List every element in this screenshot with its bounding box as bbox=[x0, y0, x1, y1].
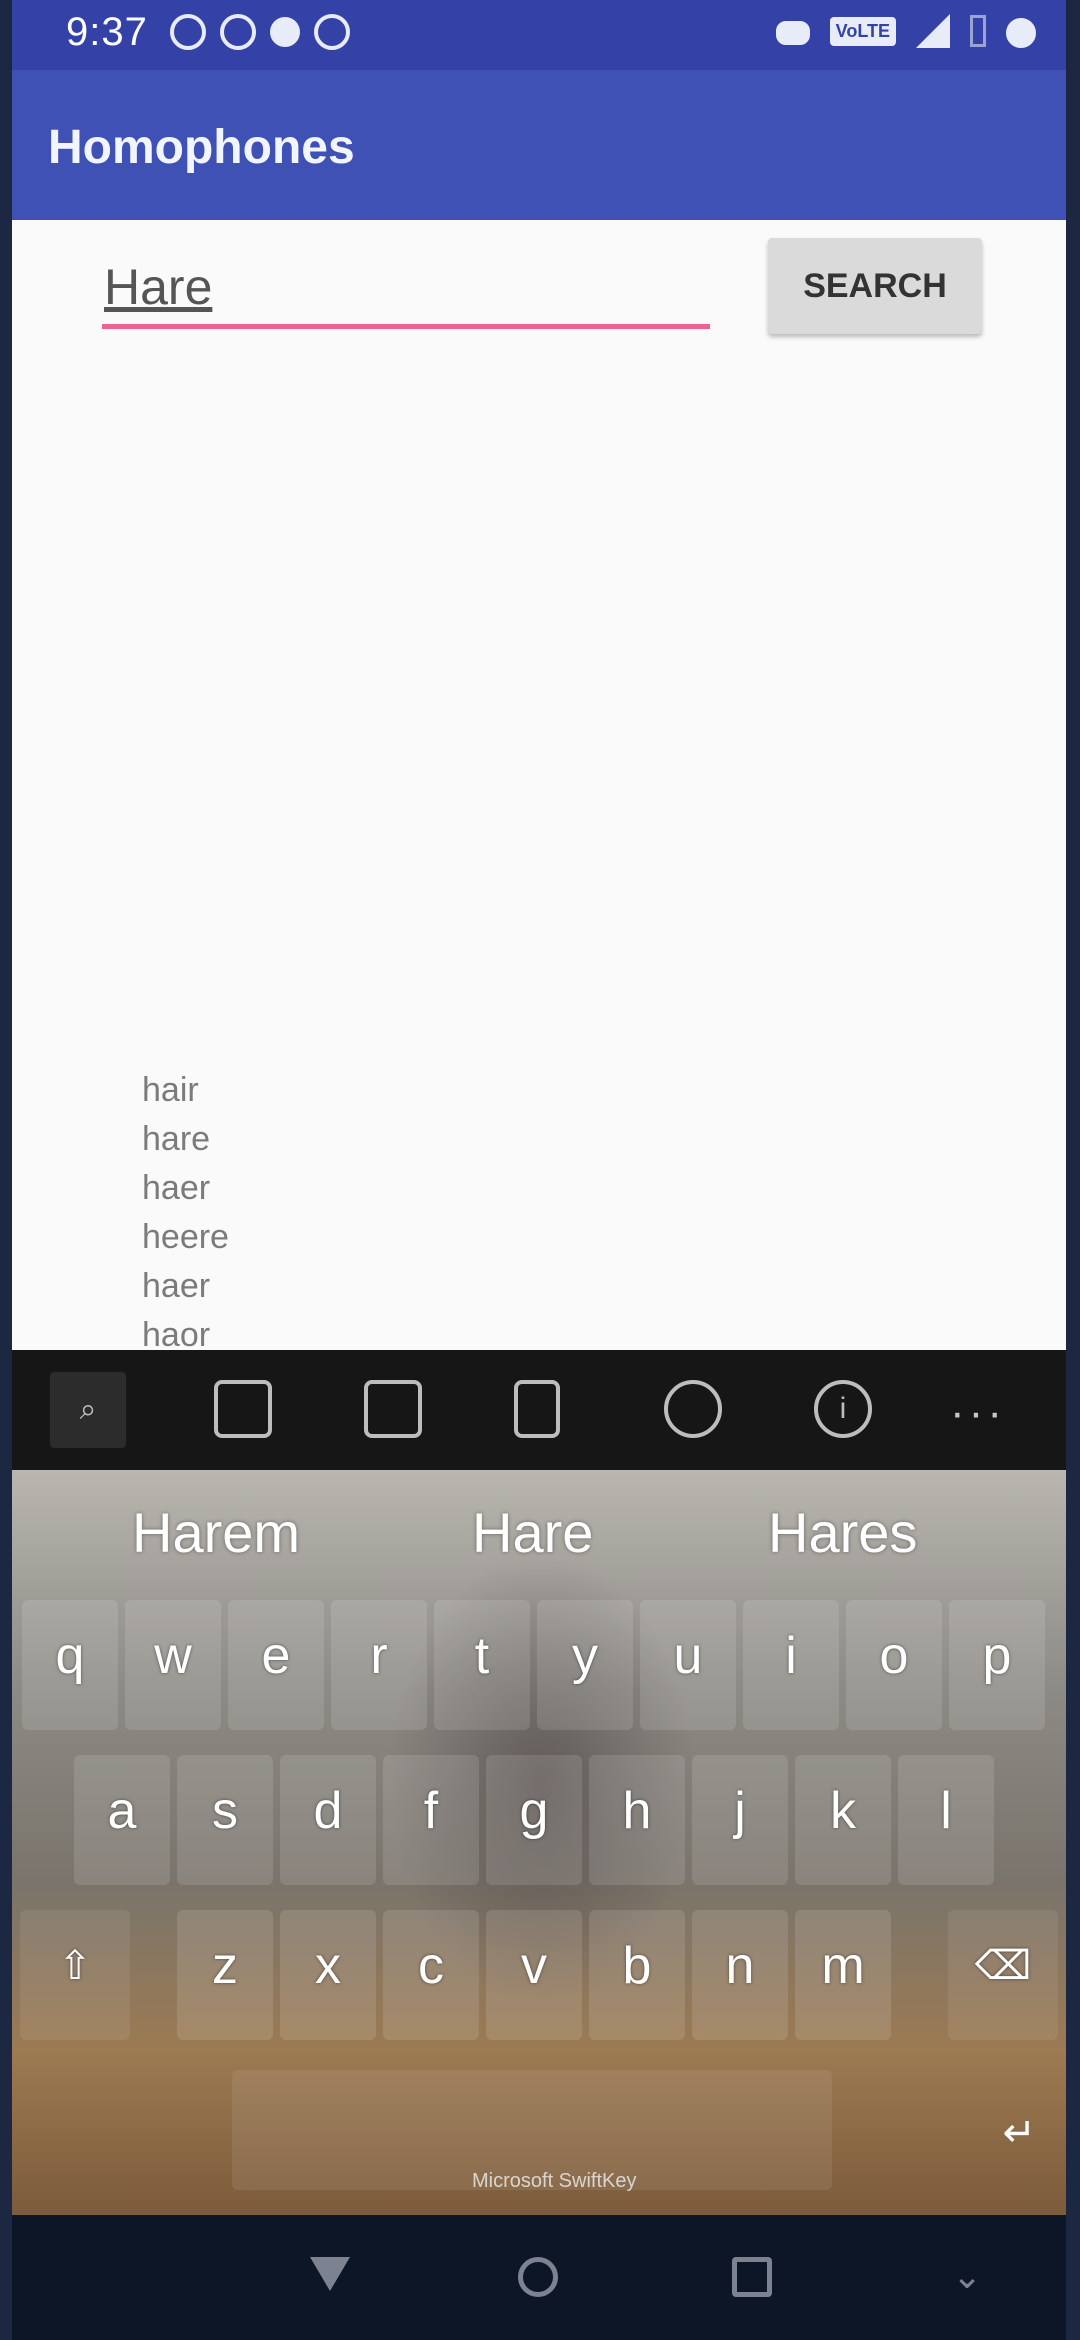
key-m[interactable]: m bbox=[795, 1910, 891, 2040]
key-a[interactable]: a bbox=[74, 1755, 170, 1885]
key-l[interactable]: l bbox=[898, 1755, 994, 1885]
shift-key[interactable]: ⇧ bbox=[20, 1910, 130, 2040]
key-i[interactable]: i bbox=[743, 1600, 839, 1730]
data-saver-icon bbox=[1006, 17, 1036, 48]
suggestion-center[interactable]: Hare bbox=[472, 1500, 593, 1565]
theme-icon[interactable] bbox=[664, 1380, 722, 1438]
key-f[interactable]: f bbox=[383, 1755, 479, 1885]
status-time: 9:37 bbox=[66, 10, 148, 54]
key-b[interactable]: b bbox=[589, 1910, 685, 2040]
gif-icon[interactable] bbox=[214, 1380, 272, 1438]
result-item: haer bbox=[142, 1169, 211, 1207]
system-icons: VoLTE bbox=[775, 14, 1036, 48]
key-r[interactable]: r bbox=[331, 1600, 427, 1730]
results-list: hair hare haer heere haer haor bbox=[142, 1066, 229, 1360]
whatsapp-icon bbox=[170, 14, 206, 50]
result-item: hare bbox=[142, 1120, 211, 1158]
back-icon[interactable] bbox=[310, 2257, 350, 2291]
search-icon[interactable]: ⌕ bbox=[50, 1372, 126, 1448]
key-t[interactable]: t bbox=[434, 1600, 530, 1730]
key-v[interactable]: v bbox=[486, 1910, 582, 2040]
enter-key[interactable]: ↵ bbox=[1002, 2110, 1036, 2156]
app-screen: 9:37 VoLTE Homophones SEARCH hair hare h… bbox=[12, 0, 1066, 2340]
gamepad-icon bbox=[775, 20, 810, 45]
key-row-2: asdfghjkl bbox=[12, 1745, 1066, 1895]
status-bar: 9:37 VoLTE bbox=[12, 0, 1066, 70]
more-icon[interactable]: ··· bbox=[950, 1388, 1006, 1438]
notification-dot-icon bbox=[270, 17, 300, 47]
key-p[interactable]: p bbox=[949, 1600, 1045, 1730]
key-x[interactable]: x bbox=[280, 1910, 376, 2040]
key-g[interactable]: g bbox=[486, 1755, 582, 1885]
notification-icons bbox=[170, 14, 350, 50]
keyboard: Harem Hare Hares qwertyuiop asdfghjkl ⇧ … bbox=[12, 1470, 1066, 2215]
home-icon[interactable] bbox=[518, 2257, 558, 2297]
key-k[interactable]: k bbox=[795, 1755, 891, 1885]
blocked-icon bbox=[314, 14, 350, 50]
key-o[interactable]: o bbox=[846, 1600, 942, 1730]
key-y[interactable]: y bbox=[537, 1600, 633, 1730]
key-n[interactable]: n bbox=[692, 1910, 788, 2040]
search-button[interactable]: SEARCH bbox=[768, 238, 982, 334]
whatsapp-icon bbox=[220, 14, 256, 50]
search-input[interactable] bbox=[102, 250, 710, 329]
result-item: hair bbox=[142, 1071, 199, 1109]
suggestion-right[interactable]: Hares bbox=[768, 1500, 917, 1565]
key-z[interactable]: z bbox=[177, 1910, 273, 2040]
suggestion-left[interactable]: Harem bbox=[132, 1500, 300, 1565]
key-q[interactable]: q bbox=[22, 1600, 118, 1730]
key-h[interactable]: h bbox=[589, 1755, 685, 1885]
key-s[interactable]: s bbox=[177, 1755, 273, 1885]
keyboard-toolbar: ⌕ i ··· bbox=[12, 1350, 1066, 1470]
key-c[interactable]: c bbox=[383, 1910, 479, 2040]
battery-icon bbox=[970, 15, 986, 47]
key-row-3: ⇧ ⌫ zxcvbnm bbox=[12, 1900, 1066, 2050]
key-e[interactable]: e bbox=[228, 1600, 324, 1730]
recents-icon[interactable] bbox=[732, 2257, 772, 2297]
backspace-key[interactable]: ⌫ bbox=[948, 1910, 1058, 2040]
app-bar: Homophones bbox=[12, 70, 1066, 220]
volte-icon: VoLTE bbox=[829, 16, 896, 46]
key-row-1: qwertyuiop bbox=[12, 1590, 1066, 1740]
suggestion-bar: Harem Hare Hares bbox=[12, 1470, 1066, 1590]
clipboard-icon[interactable] bbox=[514, 1380, 560, 1438]
space-label: Microsoft SwiftKey bbox=[472, 2170, 637, 2192]
result-item: haer bbox=[142, 1267, 211, 1305]
app-title: Homophones bbox=[48, 121, 355, 174]
key-j[interactable]: j bbox=[692, 1755, 788, 1885]
result-item: heere bbox=[142, 1218, 229, 1256]
key-u[interactable]: u bbox=[640, 1600, 736, 1730]
key-w[interactable]: w bbox=[125, 1600, 221, 1730]
navigation-bar: ⌄ bbox=[12, 2215, 1066, 2340]
info-icon[interactable]: i bbox=[814, 1380, 872, 1438]
sticker-icon[interactable] bbox=[364, 1380, 422, 1438]
signal-icon bbox=[916, 14, 950, 48]
hide-keyboard-icon[interactable]: ⌄ bbox=[952, 2255, 982, 2297]
key-d[interactable]: d bbox=[280, 1755, 376, 1885]
